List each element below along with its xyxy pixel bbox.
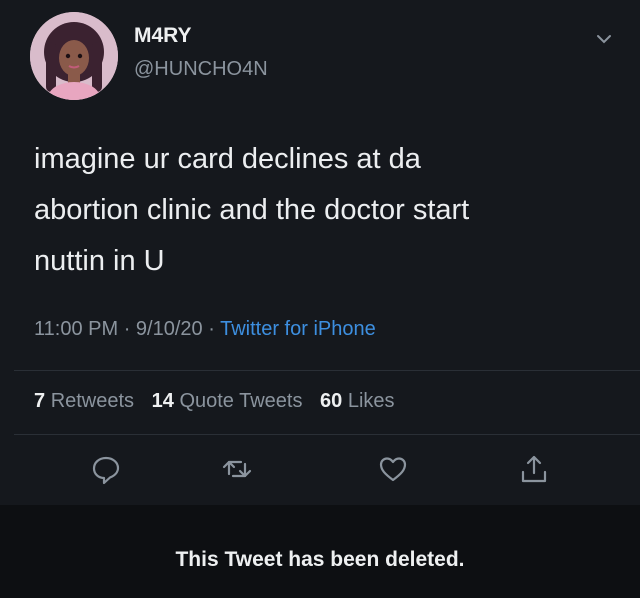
avatar-illustration bbox=[30, 12, 118, 100]
divider bbox=[14, 370, 640, 371]
divider bbox=[14, 434, 640, 435]
tweet-text-line: imagine ur card declines at da bbox=[34, 143, 421, 175]
tweet-date[interactable]: 9/10/20 bbox=[136, 318, 203, 340]
tweet-stats: 7 Retweets 14 Quote Tweets 60 Likes bbox=[34, 390, 395, 413]
tweet-client-link[interactable]: Twitter for iPhone bbox=[220, 318, 376, 340]
quotes-stat[interactable]: 14 Quote Tweets bbox=[152, 390, 303, 412]
tweet-text: imagine ur card declines at da abortion … bbox=[34, 134, 594, 287]
share-icon[interactable] bbox=[517, 452, 551, 486]
retweets-count: 7 bbox=[34, 390, 46, 412]
display-name[interactable]: M4RY bbox=[134, 24, 192, 48]
tweet-text-line: nuttin in U bbox=[34, 245, 165, 277]
like-icon[interactable] bbox=[376, 452, 410, 486]
reply-icon[interactable] bbox=[89, 452, 123, 486]
deleted-notice: This Tweet has been deleted. bbox=[175, 548, 465, 571]
retweets-label: Retweets bbox=[50, 390, 135, 412]
quotes-label: Quote Tweets bbox=[179, 390, 303, 412]
tweet-meta: 11:00 PM · 9/10/20 · Twitter for iPhone bbox=[34, 318, 376, 341]
retweets-stat[interactable]: 7 Retweets bbox=[34, 390, 134, 412]
likes-stat[interactable]: 60 Likes bbox=[320, 390, 395, 412]
meta-separator: · bbox=[123, 318, 131, 340]
tweet-time[interactable]: 11:00 PM bbox=[34, 318, 118, 340]
user-handle[interactable]: @HUNCHO4N bbox=[134, 58, 268, 81]
likes-label: Likes bbox=[347, 390, 395, 412]
tweet-text-line: abortion clinic and the doctor start bbox=[34, 194, 470, 226]
retweet-icon[interactable] bbox=[220, 452, 254, 486]
avatar[interactable] bbox=[30, 12, 118, 100]
quotes-count: 14 bbox=[151, 390, 174, 412]
tweet-card: M4RY @HUNCHO4N imagine ur card declines … bbox=[0, 0, 640, 505]
meta-separator: · bbox=[208, 318, 215, 340]
chevron-down-icon[interactable] bbox=[596, 32, 612, 44]
likes-count: 60 bbox=[320, 390, 343, 412]
